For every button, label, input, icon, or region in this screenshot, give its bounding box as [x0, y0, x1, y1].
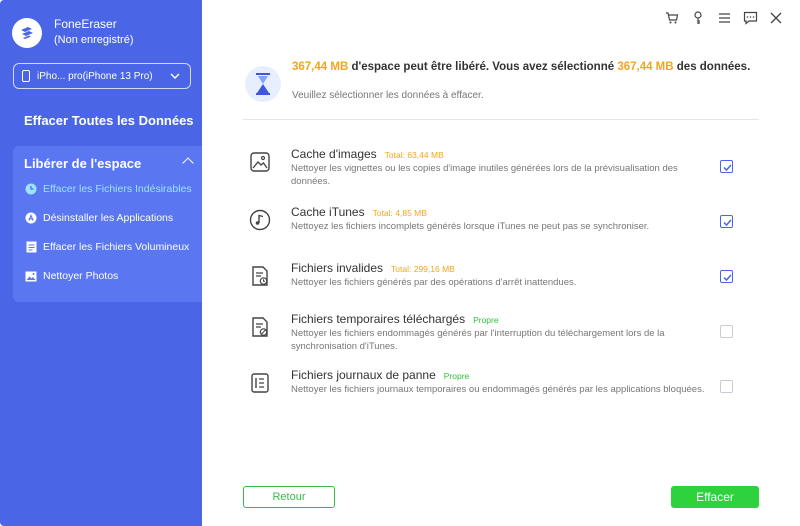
item-description: Nettoyer les fichiers générés par des op…: [291, 277, 577, 288]
device-label: iPho... pro(iPhone 13 Pro): [37, 70, 153, 82]
list-item-invalid-files: Fichiers invalides Total: 299,16 MB Netto…: [244, 261, 744, 305]
back-button[interactable]: Retour: [243, 486, 335, 508]
clock-icon: [25, 183, 37, 195]
brand: FoneEraser (Non enregistré): [12, 16, 133, 48]
sidebar-item-large-files[interactable]: Effacer les Fichiers Volumineux: [25, 238, 189, 256]
item-title: Fichiers invalides Total: 299,16 MB: [291, 261, 455, 275]
menu-icon[interactable]: [716, 10, 732, 26]
checkbox-image-cache[interactable]: [720, 160, 733, 173]
erase-button[interactable]: Effacer: [671, 486, 759, 508]
checkmark-icon: [723, 274, 732, 282]
sidebar-item-clean-photos[interactable]: Nettoyer Photos: [25, 267, 118, 285]
key-icon[interactable]: [690, 10, 706, 26]
invalid-file-icon: [252, 266, 268, 286]
list-item-itunes-cache: Cache iTunes Total: 4,85 MB Nettoyez les …: [244, 205, 744, 249]
close-icon[interactable]: [768, 10, 784, 26]
item-title-text: Cache iTunes: [291, 205, 365, 219]
app-name: FoneEraser: [54, 17, 117, 31]
image-icon: [250, 152, 270, 172]
item-title: Fichiers journaux de panne Propre: [291, 368, 469, 382]
titlebar-controls: [664, 10, 784, 26]
item-description: Nettoyez les fichiers incomplets générés…: [291, 221, 650, 232]
phone-icon: [22, 70, 30, 82]
divider: [243, 119, 759, 120]
item-size-badge: Total: 4,85 MB: [372, 208, 427, 218]
item-description: Nettoyer les fichiers journaux temporair…: [291, 384, 705, 395]
app-store-icon: [25, 212, 37, 224]
checkbox-itunes-cache[interactable]: [720, 215, 733, 228]
freeable-amount: 367,44 MB: [292, 61, 349, 73]
file-icon: [25, 241, 37, 253]
nav-erase-all[interactable]: Effacer Toutes les Données: [24, 113, 194, 128]
sidebar-item-label: Nettoyer Photos: [43, 270, 119, 282]
sidebar-item-uninstall-apps[interactable]: Désinstaller les Applications: [25, 209, 173, 227]
list-item-temp-downloads: Fichiers temporaires téléchargés Propre N…: [244, 312, 744, 356]
device-selector[interactable]: iPho... pro(iPhone 13 Pro): [13, 63, 191, 89]
summary-text-part1: d'espace peut être libéré. Vous avez sél…: [348, 61, 618, 73]
sidebar-item-label: Désinstaller les Applications: [43, 212, 174, 224]
nav-free-space[interactable]: Libérer de l'espace: [24, 156, 141, 171]
list-item-crash-logs: Fichiers journaux de panne Propre Nettoye…: [244, 368, 744, 412]
log-file-icon: [251, 373, 269, 393]
sidebar-item-label: Effacer les Fichiers Volumineux: [43, 241, 190, 253]
hourglass-icon: [245, 66, 281, 102]
checkbox-invalid-files[interactable]: [720, 270, 733, 283]
list-item-image-cache: Cache d'images Total: 63,44 MB Nettoyer l…: [244, 147, 744, 191]
selected-amount: 367,44 MB: [617, 61, 674, 73]
item-title-text: Fichiers temporaires téléchargés: [291, 312, 466, 326]
item-description: Nettoyer les fichiers endommagés générés…: [291, 328, 665, 352]
registration-status: (Non enregistré): [54, 34, 134, 46]
item-clean-badge: Propre: [473, 315, 499, 325]
item-title: Fichiers temporaires téléchargés Propre: [291, 312, 499, 326]
item-title-text: Fichiers invalides: [291, 261, 384, 275]
sidebar-item-label: Effacer les Fichiers Indésirables: [43, 183, 192, 195]
checkbox-crash-logs[interactable]: [720, 380, 733, 393]
sidebar: FoneEraser (Non enregistré) iPho... pro(…: [0, 0, 202, 526]
summary-hint: Veuillez sélectionner les données à effa…: [292, 90, 484, 101]
foneeraser-logo-icon: [12, 18, 42, 48]
item-title: Cache iTunes Total: 4,85 MB: [291, 205, 427, 219]
checkmark-icon: [723, 219, 732, 227]
free-space-panel: Libérer de l'espace Effacer les Fichiers…: [13, 146, 202, 302]
music-note-icon: [249, 209, 271, 231]
summary-text-part2: des données.: [673, 61, 751, 73]
item-clean-badge: Propre: [443, 371, 470, 381]
feedback-icon[interactable]: [742, 10, 758, 26]
item-title-text: Fichiers journaux de panne: [291, 368, 436, 382]
item-size-badge: Total: 299,16 MB: [391, 264, 455, 274]
photo-icon: [25, 270, 37, 282]
checkmark-icon: [723, 164, 732, 172]
chevron-down-icon: [170, 73, 180, 79]
cart-icon[interactable]: [664, 10, 680, 26]
item-size-badge: Total: 63,44 MB: [384, 150, 444, 160]
summary-text: 367,44 MB d'espace peut être libéré. Vou…: [292, 60, 762, 74]
sidebar-item-junk-files[interactable]: Effacer les Fichiers Indésirables: [25, 180, 192, 198]
item-title: Cache d'images Total: 63,44 MB: [291, 147, 444, 161]
checkbox-temp-downloads[interactable]: [720, 325, 733, 338]
item-title-text: Cache d'images: [291, 147, 377, 161]
chevron-up-icon[interactable]: [182, 157, 194, 169]
temp-file-icon: [252, 317, 268, 337]
item-description: Nettoyer les vignettes ou les copies d'i…: [291, 163, 678, 187]
